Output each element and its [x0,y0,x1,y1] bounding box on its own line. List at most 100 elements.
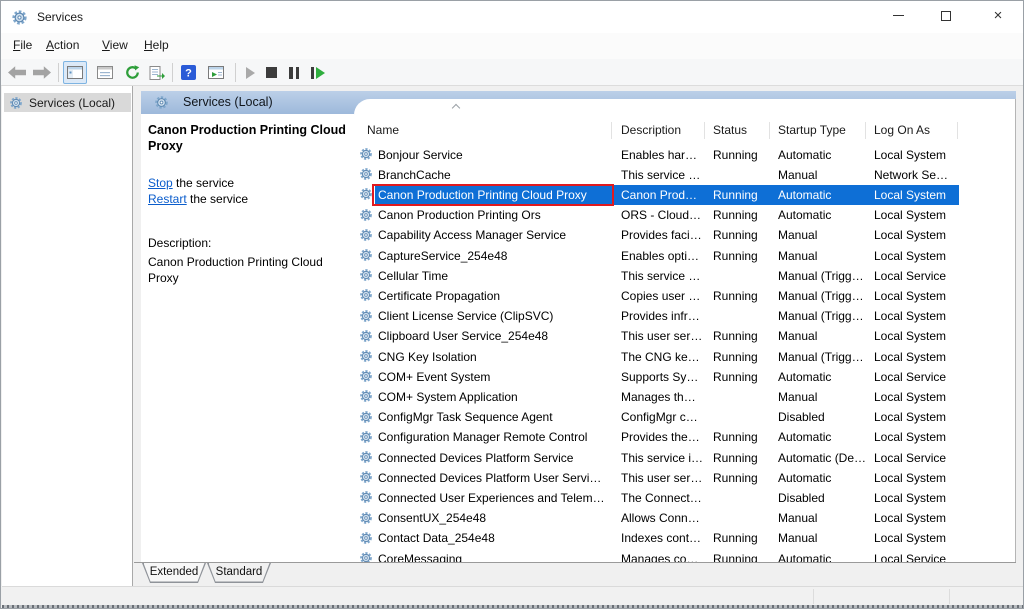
column-header-startup-type[interactable]: Startup Type [778,122,846,139]
stop-service-line: Stop the service [148,175,248,191]
service-name-cell: BranchCache [378,165,608,185]
service-log-on-as-cell: Local System [874,387,960,407]
restart-service-link[interactable]: Restart [148,192,187,206]
menu-action[interactable]: Action [40,33,85,59]
tree-item-services-local[interactable]: Services (Local) [4,93,131,112]
service-row[interactable]: CoreMessaging Manages co… Running Automa… [354,549,999,563]
close-button[interactable]: × [974,1,1022,33]
service-row[interactable]: COM+ Event System Supports Sy… Running A… [354,367,999,387]
service-gear-icon [359,430,373,444]
properties-icon [97,66,113,79]
service-row[interactable]: Clipboard User Service_254e48 This user … [354,326,999,346]
service-log-on-as-cell: Local System [874,306,960,326]
service-description-cell: Manages co… [621,549,709,563]
menu-view[interactable]: View [96,33,134,59]
back-button[interactable] [6,61,28,84]
tree-item-label: Services (Local) [29,96,115,110]
column-header-description[interactable]: Description [621,122,681,139]
service-row[interactable]: Connected Devices Platform Service This … [354,448,999,468]
service-description-cell: This service … [621,165,709,185]
service-startup-type-cell: Automatic [778,427,870,447]
menu-file[interactable]: File [7,33,38,59]
service-startup-type-cell: Manual (Trigg… [778,347,870,367]
pause-service-button[interactable] [285,61,303,84]
service-status-cell: Running [713,246,771,266]
service-status-cell: Running [713,448,771,468]
service-row[interactable]: ConsentUX_254e48 Allows Conn… Manual Loc… [354,508,999,528]
service-row[interactable]: COM+ System Application Manages th… Manu… [354,387,999,407]
service-name-cell: Configuration Manager Remote Control [378,427,608,447]
toolbar-separator [58,63,59,82]
minimize-button[interactable] [876,1,920,33]
service-log-on-as-cell: Local System [874,225,960,245]
service-action-links: Stop the service Restart the service [148,175,248,207]
service-log-on-as-cell: Local System [874,407,960,427]
service-status-cell: Running [713,468,771,488]
service-gear-icon [359,450,373,464]
forward-button[interactable] [31,61,53,84]
service-description-cell: Enables opti… [621,246,709,266]
service-row[interactable]: Client License Service (ClipSVC) Provide… [354,306,999,326]
stop-service-button[interactable] [262,61,280,84]
tab-extended[interactable]: Extended [142,563,206,583]
service-row[interactable]: CaptureService_254e48 Enables opti… Runn… [354,246,999,266]
restart-service-button[interactable] [307,61,329,84]
services-window: Services × File Action View Help [0,0,1024,609]
service-row[interactable]: CNG Key Isolation The CNG ke… Running Ma… [354,347,999,367]
menu-help[interactable]: Help [138,33,175,59]
service-startup-type-cell: Automatic [778,205,870,225]
help-icon: ? [181,65,196,80]
service-startup-type-cell: Manual [778,165,870,185]
export-list-button[interactable] [146,61,168,84]
refresh-button[interactable] [121,61,143,84]
service-log-on-as-cell: Local System [874,508,960,528]
maximize-button[interactable] [924,1,968,33]
service-startup-type-cell: Automatic [778,145,870,165]
service-description-cell: This service … [621,266,709,286]
services-gear-icon [11,9,28,26]
stop-service-link[interactable]: Stop [148,176,173,190]
column-header-log-on-as[interactable]: Log On As [874,122,930,139]
service-row[interactable]: Canon Production Printing Cloud Proxy Ca… [354,185,999,205]
service-log-on-as-cell: Local System [874,488,960,508]
service-row[interactable]: Bonjour Service Enables har… Running Aut… [354,145,999,165]
service-row[interactable]: Cellular Time This service … Manual (Tri… [354,266,999,286]
service-gear-icon [359,531,373,545]
service-description-cell: The Connect… [621,488,709,508]
service-gear-icon [359,329,373,343]
console-tree-icon [67,66,83,79]
service-row[interactable]: Connected Devices Platform User Servi… T… [354,468,999,488]
service-description-cell: The CNG ke… [621,347,709,367]
service-row[interactable]: Certificate Propagation Copies user … Ru… [354,286,999,306]
service-gear-icon [359,309,373,323]
service-row[interactable]: Configuration Manager Remote Control Pro… [354,427,999,447]
service-log-on-as-cell: Local Service [874,266,960,286]
help-button[interactable]: ? [177,61,199,84]
service-description-cell: Provides infr… [621,306,709,326]
service-description-cell: ConfigMgr c… [621,407,709,427]
service-row[interactable]: Capability Access Manager Service Provid… [354,225,999,245]
show-action-pane-button[interactable] [203,61,229,84]
service-gear-icon [359,349,373,363]
start-service-button[interactable] [241,61,259,84]
service-name-cell: CNG Key Isolation [378,347,608,367]
service-row[interactable]: Contact Data_254e48 Indexes cont… Runnin… [354,528,999,548]
column-header-status[interactable]: Status [713,122,747,139]
column-header-name[interactable]: Name [367,122,399,139]
service-status-cell: Running [713,286,771,306]
tab-standard[interactable]: Standard [207,563,271,583]
service-gear-icon [359,187,373,201]
restart-service-icon [311,67,315,79]
service-row[interactable]: Canon Production Printing Ors ORS - Clou… [354,205,999,225]
properties-button[interactable] [93,61,117,84]
services-pane: Services (Local) Canon Production Printi… [134,86,1024,586]
service-row[interactable]: ConfigMgr Task Sequence Agent ConfigMgr … [354,407,999,427]
service-gear-icon [359,490,373,504]
service-row[interactable]: BranchCache This service … Manual Networ… [354,165,999,185]
service-log-on-as-cell: Local System [874,468,960,488]
show-console-tree-button[interactable] [63,61,87,84]
service-row[interactable]: Connected User Experiences and Telem… Th… [354,488,999,508]
service-name-cell: Capability Access Manager Service [378,225,608,245]
service-description-cell: Provides the… [621,427,709,447]
service-startup-type-cell: Automatic [778,185,870,205]
